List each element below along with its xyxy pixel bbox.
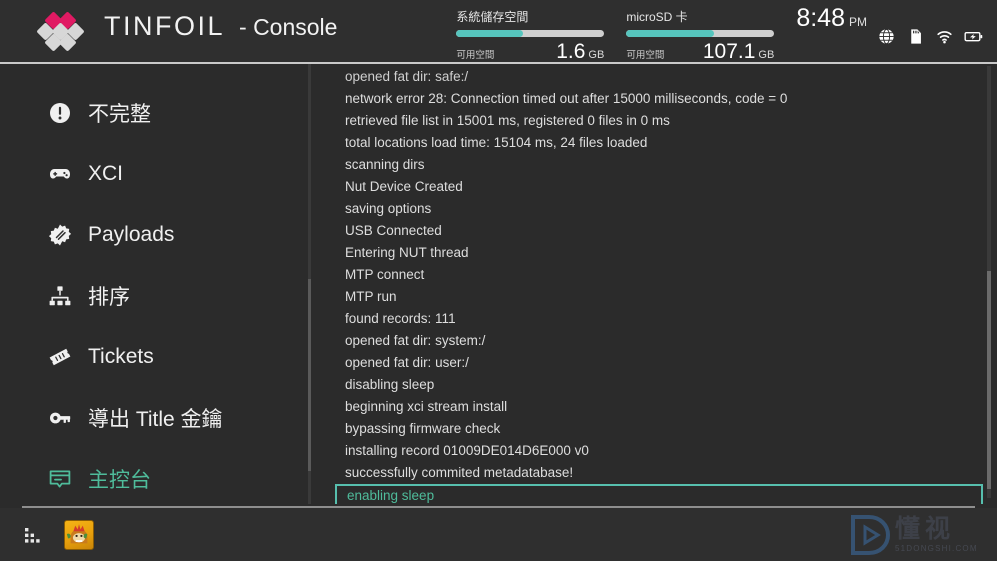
exclamation-circle-icon xyxy=(48,101,72,125)
console-log-line-highlighted[interactable]: enabling sleep xyxy=(335,484,983,504)
console-log-line: opened fat dir: user:/ xyxy=(345,355,469,371)
main-content: 不完整 XCI Payloads 排序 Tickets 導出 Title 金鑰 主控台 op… xyxy=(0,64,997,504)
burst-badge-icon xyxy=(48,223,72,247)
gamepad-icon xyxy=(48,162,72,186)
app-header: TINFOIL - Console 系統儲存空間 可用空間 1.6 GB mic… xyxy=(0,0,997,63)
tinfoil-diamond-heart-logo xyxy=(36,10,90,53)
sidebar-item-label: 不完整 xyxy=(88,102,151,126)
system-storage-free-label: 可用空間 xyxy=(456,49,495,61)
app-grid-icon[interactable] xyxy=(22,525,42,545)
console-log-line: installing record 01009DE014D6E000 v0 xyxy=(345,443,589,459)
console-scroll-thumb[interactable] xyxy=(987,271,991,489)
globe-icon xyxy=(879,28,894,44)
sidebar-item-3[interactable]: Payloads xyxy=(0,204,311,265)
clock-ampm: PM xyxy=(849,14,867,29)
key-icon xyxy=(48,406,72,430)
sidebar-item-4[interactable]: 排序 xyxy=(0,265,311,326)
console-log-pane[interactable]: opened fat dir: safe:/ network error 28: … xyxy=(311,64,997,504)
console-log-line: opened fat dir: system:/ xyxy=(345,333,486,349)
sidebar-item-label: 主控台 xyxy=(88,468,151,492)
battery-charging-icon xyxy=(964,31,983,41)
sidebar-item-label: Tickets xyxy=(88,344,154,368)
console-log-list: opened fat dir: safe:/ network error 28: … xyxy=(335,64,983,504)
sidebar-item-5[interactable]: Tickets xyxy=(0,326,311,387)
ticket-icon xyxy=(48,345,72,369)
console-log-line: Entering NUT thread xyxy=(345,245,469,261)
console-log-line: disabling sleep xyxy=(345,377,435,393)
system-storage-value: 1.6 xyxy=(556,39,586,63)
brand: TINFOIL - Console xyxy=(36,11,337,53)
page-title: - Console xyxy=(239,13,338,40)
microsd-free-label: 可用空間 xyxy=(626,49,665,61)
microsd-label: microSD 卡 xyxy=(626,9,688,24)
game-thumbnail[interactable] xyxy=(64,519,94,550)
console-log-line: found records: 111 xyxy=(345,311,456,327)
sidebar-item-1[interactable]: 不完整 xyxy=(0,82,311,143)
sidebar: 不完整 XCI Payloads 排序 Tickets 導出 Title 金鑰 主控台 xyxy=(0,64,311,504)
status-cluster: 系統儲存空間 可用空間 1.6 GB microSD 卡 可用空間 107.1 … xyxy=(456,2,997,62)
sidebar-item-7[interactable]: 主控台 xyxy=(0,448,311,509)
console-log-line: saving options xyxy=(345,201,432,217)
console-log-line: USB Connected xyxy=(345,223,442,239)
system-icons xyxy=(877,2,983,45)
console-log-line: successfully commited metadatabase! xyxy=(345,465,574,481)
clock-time: 8:48 xyxy=(796,3,845,32)
console-terminal-icon xyxy=(48,467,72,491)
sidebar-item-label: 排序 xyxy=(88,285,130,309)
microsd-bar xyxy=(626,29,775,37)
console-log-line: beginning xci stream install xyxy=(345,399,508,415)
console-log-line: opened fat dir: safe:/ xyxy=(345,69,469,85)
console-log-line: scanning dirs xyxy=(345,157,425,173)
microsd-value: 107.1 xyxy=(702,39,756,63)
sidebar-list: 不完整 XCI Payloads 排序 Tickets 導出 Title 金鑰 主控台 xyxy=(0,82,311,509)
system-storage-unit: GB xyxy=(588,48,605,61)
console-log-line: total locations load time: 15104 ms, 24 … xyxy=(345,135,648,151)
sitemap-icon xyxy=(48,284,72,308)
microsd-storage-meter: microSD 卡 可用空間 107.1 GB xyxy=(626,2,775,63)
footer-bar xyxy=(0,508,997,561)
sidebar-item-label: Payloads xyxy=(88,222,175,246)
sd-card-icon xyxy=(911,28,921,44)
system-storage-label: 系統儲存空間 xyxy=(456,9,529,24)
console-log-line: MTP connect xyxy=(345,267,425,283)
clock: 8:48 PM xyxy=(796,2,867,31)
system-storage-bar xyxy=(456,29,605,37)
brand-name: TINFOIL xyxy=(104,10,226,41)
sidebar-item-6[interactable]: 導出 Title 金鑰 xyxy=(0,387,311,448)
console-log-line: bypassing firmware check xyxy=(345,421,501,437)
wifi-icon xyxy=(937,30,952,43)
console-log-line: retrieved file list in 15001 ms, registe… xyxy=(345,113,670,129)
console-log-line: network error 28: Connection timed out a… xyxy=(345,91,788,107)
sidebar-item-label: XCI xyxy=(88,161,124,185)
system-storage-meter: 系統儲存空間 可用空間 1.6 GB xyxy=(456,2,605,63)
console-log-line: MTP run xyxy=(345,289,397,305)
console-log-line: Nut Device Created xyxy=(345,179,463,195)
sidebar-item-label: 導出 Title 金鑰 xyxy=(88,407,223,431)
sidebar-item-2[interactable]: XCI xyxy=(0,143,311,204)
microsd-unit: GB xyxy=(758,48,775,61)
